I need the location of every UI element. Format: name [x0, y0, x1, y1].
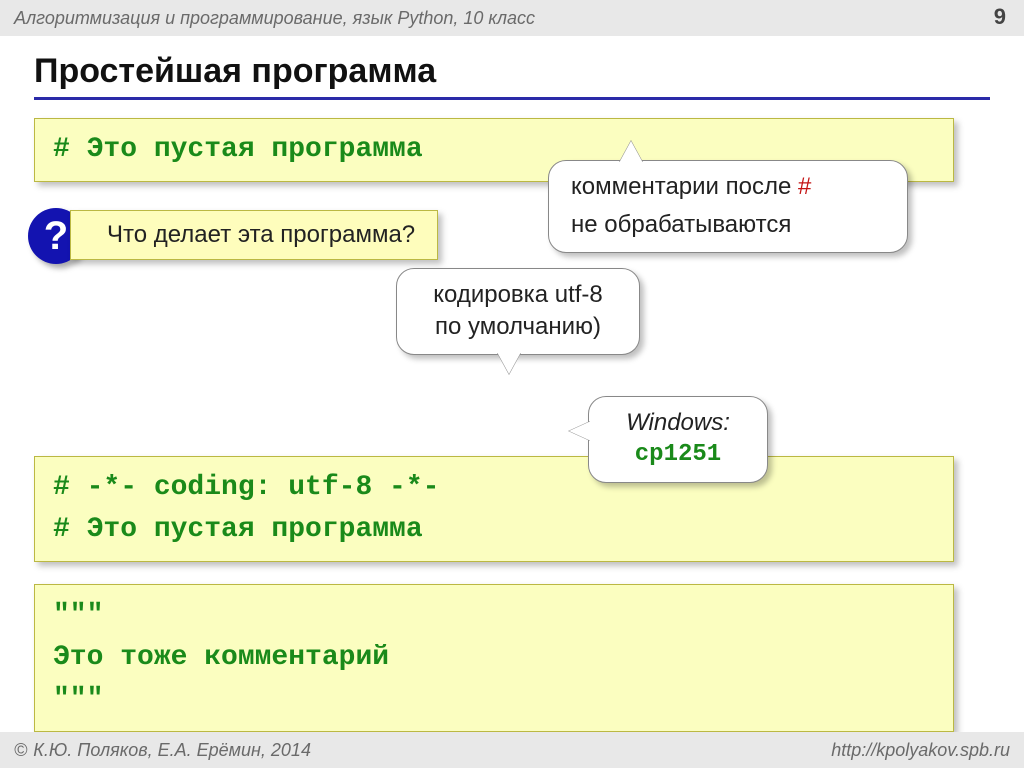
code-box-3: """ Это тоже комментарий """ [34, 584, 954, 732]
breadcrumb: Алгоритмизация и программирование, язык … [14, 8, 535, 29]
code-line: # -*- coding: utf-8 -*- [53, 467, 935, 509]
speech-text: cp1251 [611, 439, 745, 471]
page-number: 9 [994, 4, 1006, 30]
code-line: Это тоже комментарий [53, 637, 935, 679]
speech-text: комментарии после [571, 173, 798, 200]
footer-bar: © К.Ю. Поляков, Е.А. Ерёмин, 2014 http:/… [0, 732, 1024, 768]
speech-encoding: кодировка utf-8 по умолчанию) [396, 268, 640, 355]
code-line: """ [53, 679, 935, 721]
speech-text: не обрабатываются [571, 211, 791, 238]
copyright: © К.Ю. Поляков, Е.А. Ерёмин, 2014 [14, 740, 311, 761]
question-box: Что делает эта программа? [70, 210, 438, 260]
speech-windows: Windows: cp1251 [588, 396, 768, 483]
speech-text: по умолчанию) [419, 311, 617, 343]
copyright-icon: © [14, 740, 27, 761]
header-bar: Алгоритмизация и программирование, язык … [0, 0, 1024, 36]
code-line: """ [53, 595, 935, 637]
copyright-text: К.Ю. Поляков, Е.А. Ерёмин, 2014 [33, 740, 311, 761]
page-title: Простейшая программа [34, 52, 990, 100]
code-box-2: # -*- coding: utf-8 -*- # Это пустая про… [34, 456, 954, 562]
slide-content: Простейшая программа # Это пустая програ… [0, 36, 1024, 732]
speech-comments: комментарии после # не обрабатываются [548, 160, 908, 253]
code-line: # Это пустая программа [53, 134, 423, 165]
speech-text: Windows: [611, 407, 745, 439]
question-text: Что делает эта программа? [107, 221, 415, 248]
code-line: # Это пустая программа [53, 509, 935, 551]
speech-text: кодировка utf-8 [419, 279, 617, 311]
hash-symbol: # [798, 173, 811, 200]
footer-url: http://kpolyakov.spb.ru [831, 740, 1010, 761]
